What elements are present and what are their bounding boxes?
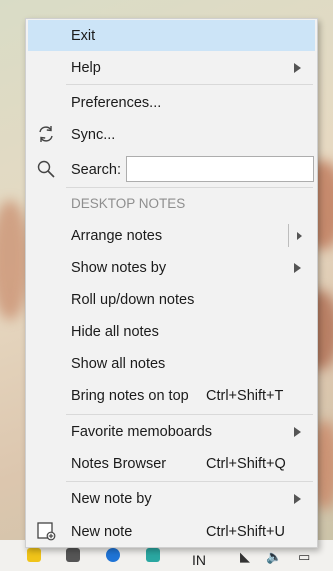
language-indicator[interactable]: IN xyxy=(192,552,206,568)
menu-item-bring-notes-on-top[interactable]: Bring notes on top Ctrl+Shift+T xyxy=(28,380,315,411)
menu-item-new-note[interactable]: New note Ctrl+Shift+U xyxy=(28,516,315,547)
new-note-icon xyxy=(36,521,56,541)
submenu-arrow-icon[interactable] xyxy=(297,231,302,240)
sync-icon xyxy=(36,124,56,144)
context-menu: Exit Help Preferences... Sync... Search:… xyxy=(25,18,318,548)
menu-item-preferences[interactable]: Preferences... xyxy=(28,87,315,118)
menu-item-label: Show all notes xyxy=(71,355,166,372)
submenu-arrow-icon xyxy=(294,426,301,437)
wifi-icon[interactable]: ◣ xyxy=(240,549,250,565)
menu-item-sync[interactable]: Sync... xyxy=(28,119,315,150)
submenu-arrow-icon xyxy=(294,262,301,273)
taskbar-app-icon[interactable] xyxy=(66,548,80,562)
menu-item-arrange-notes[interactable]: Arrange notes xyxy=(28,220,315,251)
split-divider xyxy=(288,224,289,247)
menu-item-label: Bring notes on top xyxy=(71,387,189,404)
submenu-arrow-icon xyxy=(294,493,301,504)
submenu-arrow-icon xyxy=(294,62,301,73)
menu-item-favorite-memoboards[interactable]: Favorite memoboards xyxy=(28,416,315,447)
taskbar-app-icon[interactable] xyxy=(27,548,41,562)
battery-icon[interactable]: ▭ xyxy=(298,549,310,565)
menu-separator xyxy=(66,481,313,482)
shortcut-label: Ctrl+Shift+U xyxy=(206,523,285,540)
menu-item-new-note-by[interactable]: New note by xyxy=(28,483,315,514)
menu-item-roll-up-down[interactable]: Roll up/down notes xyxy=(28,284,315,315)
search-input[interactable] xyxy=(126,156,314,182)
menu-item-label: Exit xyxy=(71,27,96,44)
menu-separator xyxy=(66,414,313,415)
menu-item-label: Help xyxy=(71,59,101,76)
menu-item-search: Search: xyxy=(28,154,315,185)
menu-item-label: Hide all notes xyxy=(71,323,159,340)
menu-item-label: Preferences... xyxy=(71,94,162,111)
bluetooth-icon[interactable] xyxy=(106,548,120,562)
menu-item-show-all-notes[interactable]: Show all notes xyxy=(28,348,315,379)
menu-item-label: New note by xyxy=(71,490,152,507)
menu-item-hide-all-notes[interactable]: Hide all notes xyxy=(28,316,315,347)
menu-item-label: Sync... xyxy=(71,126,116,143)
taskbar-app-icon[interactable] xyxy=(146,548,160,562)
menu-item-label: New note xyxy=(71,523,133,540)
volume-icon[interactable]: 🔈 xyxy=(266,549,282,565)
section-header-desktop-notes: DESKTOP NOTES xyxy=(28,188,315,219)
section-header-label: DESKTOP NOTES xyxy=(71,196,186,211)
menu-item-label: Notes Browser xyxy=(71,455,167,472)
menu-item-label: Favorite memoboards xyxy=(71,423,213,440)
menu-item-exit[interactable]: Exit xyxy=(28,20,315,51)
menu-item-label: Show notes by xyxy=(71,259,167,276)
search-icon xyxy=(36,159,56,179)
search-label: Search: xyxy=(71,161,121,178)
menu-item-help[interactable]: Help xyxy=(28,52,315,83)
menu-separator xyxy=(66,84,313,85)
shortcut-label: Ctrl+Shift+Q xyxy=(206,455,286,472)
menu-item-notes-browser[interactable]: Notes Browser Ctrl+Shift+Q xyxy=(28,448,315,479)
shortcut-label: Ctrl+Shift+T xyxy=(206,387,284,404)
menu-item-label: Arrange notes xyxy=(71,227,163,244)
menu-item-label: Roll up/down notes xyxy=(71,291,195,308)
menu-item-show-notes-by[interactable]: Show notes by xyxy=(28,252,315,283)
